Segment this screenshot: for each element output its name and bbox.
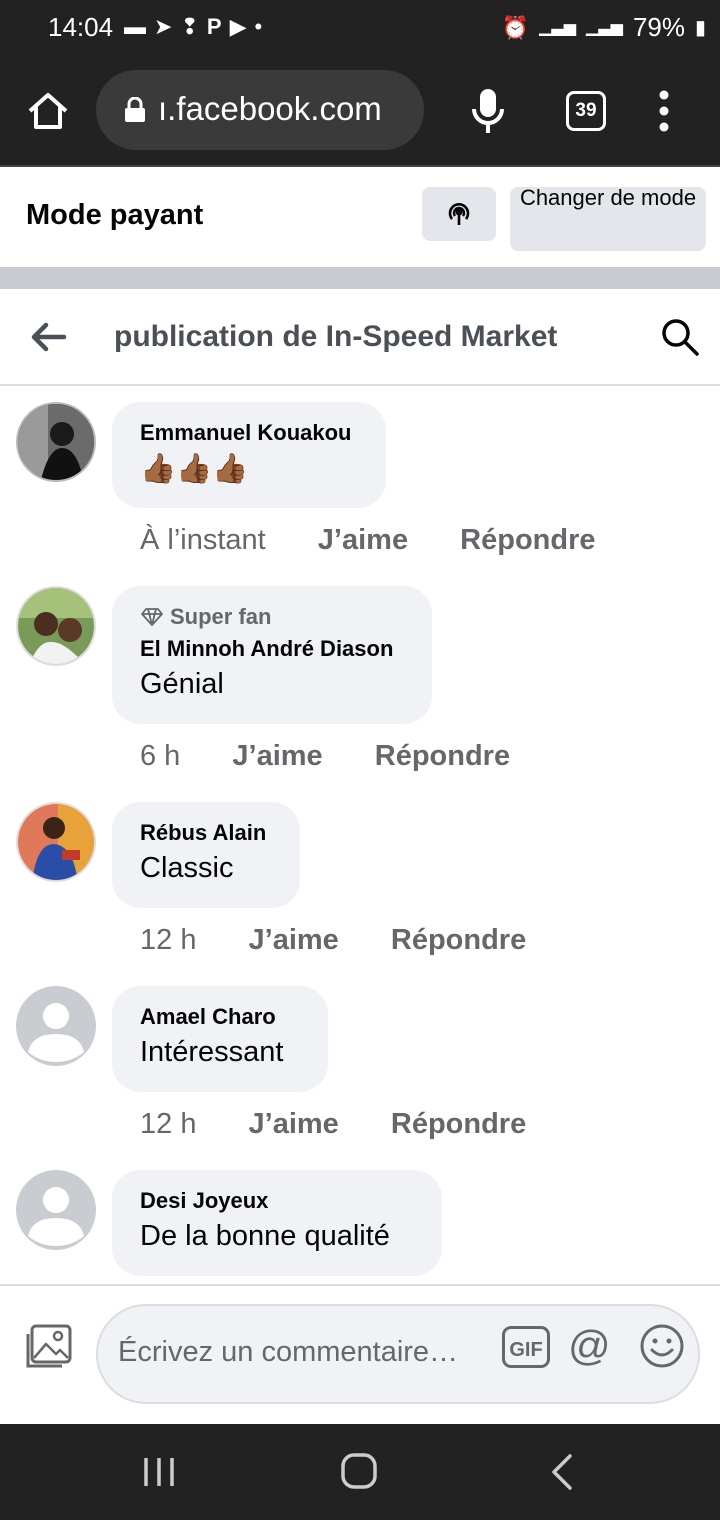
comment-bubble: Rébus Alain Classic [112,802,300,908]
like-button[interactable]: J’aime [249,924,339,956]
search-icon[interactable] [660,317,700,357]
home-icon[interactable] [24,87,72,135]
avatar-photo [18,588,94,664]
comment-author[interactable]: Desi Joyeux [140,1188,414,1214]
comment-author[interactable]: Emmanuel Kouakou [140,420,358,446]
data-mode-header: Mode payant Changer de mode [0,167,720,267]
avatar[interactable] [16,402,96,482]
4g-signal-icon: ▁▃▅ [586,18,623,36]
change-mode-button[interactable]: Changer de mode [510,185,706,251]
comment-time: 12 h [140,924,197,956]
mention-button[interactable]: @ [568,1324,611,1368]
comment-author[interactable]: Rébus Alain [140,820,272,846]
reply-button[interactable]: Répondre [391,1108,526,1140]
status-time: 14:04 [48,12,114,42]
lock-icon [125,97,145,122]
system-icons: ⏰ ▁▃▅ ▁▃▅ 79% ▮ [502,12,706,43]
change-mode-label: Changer de mode [519,185,697,210]
avatar[interactable] [16,586,96,666]
home-nav-icon[interactable] [340,1452,378,1490]
p-app-icon: P [206,14,222,39]
avatar-photo [18,804,94,880]
comment-text: Intéressant [140,1036,284,1068]
photo-icon[interactable] [24,1322,74,1370]
data-mode-button[interactable] [422,187,496,241]
comment-actions: À l’instant J’aime Répondre [140,524,596,557]
telegram-icon: ➤ [154,14,173,39]
comment-placeholder: Écrivez un commentaire… [118,1336,459,1368]
comment-composer: Écrivez un commentaire… GIF @ [0,1284,720,1426]
message-icon: ▬ [124,14,146,39]
page-header: publication de In-Speed Market [0,289,720,386]
mode-title: Mode payant [26,199,204,231]
notification-icons: ▬ ➤ ❢ P ▶ • [124,14,262,40]
reply-button[interactable]: Répondre [460,524,595,556]
address-bar[interactable]: ı.facebook.com [96,70,424,150]
like-button[interactable]: J’aime [232,740,322,772]
gif-button[interactable]: GIF [502,1326,550,1368]
comment-actions: 12 h J’aime Répondre [140,1108,526,1141]
comment-bubble: Super fan El Minnoh André Diason Génial [112,586,432,724]
reply-button[interactable]: Répondre [391,924,526,956]
alarm-icon: ⏰ [501,14,530,40]
browser-toolbar: ı.facebook.com 39 [0,55,720,165]
avatar[interactable] [16,986,96,1066]
comment-time: 12 h [140,1108,197,1140]
notification-icon: ❢ [180,14,199,39]
comment-bubble: Amael Charo Intéressant [112,986,328,1092]
default-avatar-icon [28,1003,84,1062]
back-nav-icon[interactable] [548,1452,576,1492]
comment-actions: 6 h J’aime Répondre [140,740,510,773]
comment-actions: 12 h J’aime Répondre [140,924,526,957]
badge-label: Super fan [170,604,272,629]
comment-author[interactable]: El Minnoh André Diason [140,636,404,662]
status-bar: 14:04 ▬ ➤ ❢ P ▶ • ⏰ ▁▃▅ ▁▃▅ 79% ▮ [0,0,720,55]
emoji-icon[interactable] [638,1322,686,1370]
reply-button[interactable]: Répondre [375,740,510,772]
comment-bubble: Emmanuel Kouakou 👍🏾👍🏾👍🏾 [112,402,386,508]
comment-author[interactable]: Amael Charo [140,1004,300,1030]
tabs-count-button[interactable]: 39 [566,91,606,131]
page-title: publication de In-Speed Market [114,320,558,353]
super-fan-badge: Super fan [140,604,404,630]
system-navigation-bar [0,1424,720,1520]
battery-percent: 79% [632,12,685,42]
default-avatar-icon [28,1187,84,1246]
like-button[interactable]: J’aime [318,524,408,556]
avatar[interactable] [16,1170,96,1250]
comment-bubble: Desi Joyeux De la bonne qualité [112,1170,442,1276]
broadcast-icon [448,203,470,225]
comment-text: Classic [140,852,234,884]
back-arrow-icon[interactable] [28,317,68,357]
dot-icon: • [254,14,263,39]
url-text: ı.facebook.com [158,90,382,127]
comment-input[interactable]: Écrivez un commentaire… GIF @ [96,1304,700,1404]
microphone-icon[interactable] [470,87,506,135]
like-button[interactable]: J’aime [249,1108,339,1140]
comment-text: De la bonne qualité [140,1220,390,1252]
signal-icon: ▁▃▅ [539,18,577,36]
more-options-icon[interactable] [654,87,674,135]
comment-time: À l’instant [140,524,266,556]
avatar-photo [18,404,94,480]
avatar[interactable] [16,802,96,882]
diamond-icon [141,608,163,626]
comment-text: Génial [140,668,224,700]
recent-apps-icon[interactable] [142,1454,178,1490]
youtube-icon: ▶ [229,14,247,39]
comment-time: 6 h [140,740,181,772]
battery-icon: ▮ [694,16,706,39]
comment-text: 👍🏾👍🏾👍🏾 [140,453,249,485]
separator-band [0,267,720,289]
